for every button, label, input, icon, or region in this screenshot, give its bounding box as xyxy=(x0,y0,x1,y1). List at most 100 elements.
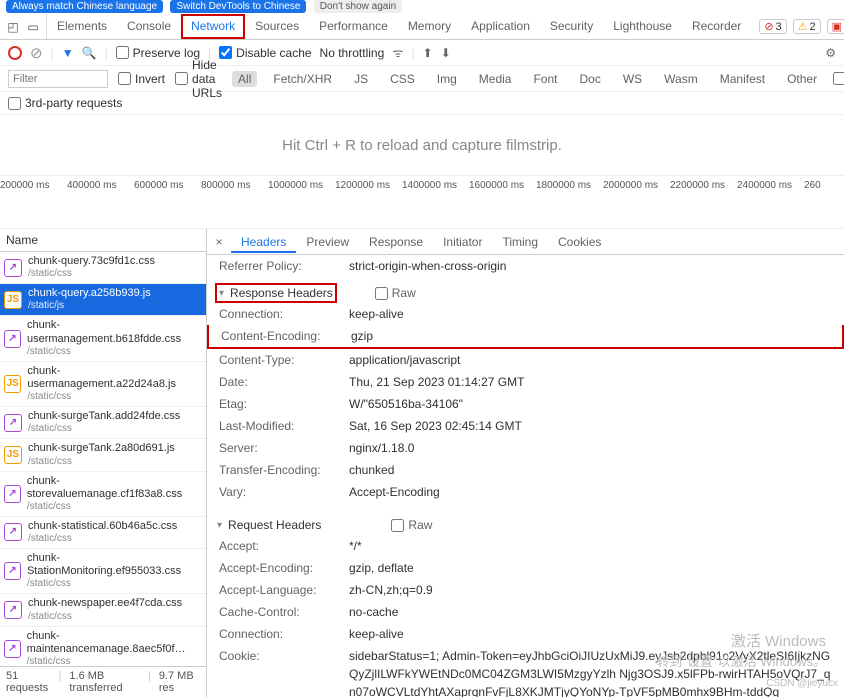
header-key: Transfer-Encoding: xyxy=(219,461,349,479)
infobar-pill[interactable]: Always match Chinese language xyxy=(6,0,163,13)
detail-tab-headers[interactable]: Headers xyxy=(231,231,296,253)
filter-type-doc[interactable]: Doc xyxy=(573,71,606,87)
file-path: /static/css xyxy=(27,656,202,666)
download-icon[interactable]: ⬇ xyxy=(441,46,451,60)
filter-type-img[interactable]: Img xyxy=(431,71,463,87)
filter-type-fetch[interactable]: Fetch/XHR xyxy=(267,71,338,87)
header-key: Etag: xyxy=(219,395,349,413)
tab-security[interactable]: Security xyxy=(540,14,603,39)
css-icon: ↗ xyxy=(4,562,21,580)
warning-badge[interactable]: 2 xyxy=(793,19,821,34)
name-column-header[interactable]: Name xyxy=(0,229,206,252)
tab-application[interactable]: Application xyxy=(461,14,540,39)
infobar-pill[interactable]: Don't show again xyxy=(314,0,402,13)
file-row[interactable]: JSchunk-query.a258b939.js/static/js xyxy=(0,284,206,316)
file-row[interactable]: ↗chunk-statistical.60b46a5c.css/static/c… xyxy=(0,517,206,549)
header-key: Cache-Control: xyxy=(219,603,349,621)
csdn-watermark: CSDN @jieyucx xyxy=(766,678,838,689)
file-row[interactable]: JSchunk-surgeTank.2a80d691.js/static/css xyxy=(0,439,206,471)
header-value: no-cache xyxy=(349,603,832,621)
filter-input[interactable] xyxy=(8,70,108,88)
upload-icon[interactable]: ⬆ xyxy=(423,46,433,60)
filter-type-all[interactable]: All xyxy=(232,71,257,87)
file-name: chunk-StationMonitoring.ef955033.css xyxy=(27,552,202,578)
third-party-checkbox[interactable]: 3rd-party requests xyxy=(8,96,836,110)
search-icon[interactable]: 🔍 xyxy=(82,46,97,60)
header-row: Accept:*/* xyxy=(207,535,844,557)
close-icon[interactable]: × xyxy=(207,235,231,249)
filter-type-other[interactable]: Other xyxy=(781,71,823,87)
record-icon[interactable] xyxy=(8,46,22,60)
file-row[interactable]: ↗chunk-storevaluemanage.cf1f83a8.css/sta… xyxy=(0,472,206,517)
file-row[interactable]: ↗ chunk-surgeTank.add24fde.css/static/css xyxy=(0,407,206,439)
filter-icon[interactable]: ▼ xyxy=(62,46,74,60)
detail-tab-preview[interactable]: Preview xyxy=(296,231,359,253)
response-headers-section[interactable]: Response Headers xyxy=(217,285,335,301)
filter-type-css[interactable]: CSS xyxy=(384,71,421,87)
header-row: Cache-Control:no-cache xyxy=(207,601,844,623)
tab-console[interactable]: Console xyxy=(117,14,181,39)
header-row: Connection:keep-alive xyxy=(207,623,844,645)
filter-type-media[interactable]: Media xyxy=(473,71,518,87)
filter-type-wasm[interactable]: Wasm xyxy=(658,71,704,87)
header-key: Accept: xyxy=(219,537,349,555)
file-name: chunk-surgeTank.add24fde.css xyxy=(28,410,180,423)
request-headers-section[interactable]: Request Headers xyxy=(207,515,331,535)
infobar: Always match Chinese language Switch Dev… xyxy=(0,0,844,14)
css-icon: ↗ xyxy=(4,414,22,432)
header-key: Content-Type: xyxy=(219,351,349,369)
header-value: Sat, 16 Sep 2023 02:45:14 GMT xyxy=(349,417,832,435)
issues-badge[interactable]: 63 xyxy=(827,19,844,34)
file-name: chunk-query.a258b939.js xyxy=(28,287,151,300)
tab-performance[interactable]: Performance xyxy=(309,14,398,39)
detail-tab-cookies[interactable]: Cookies xyxy=(548,231,611,253)
tab-lighthouse[interactable]: Lighthouse xyxy=(603,14,682,39)
header-value: nginx/1.18.0 xyxy=(349,439,832,457)
filter-type-ws[interactable]: WS xyxy=(617,71,648,87)
hide-data-urls-checkbox[interactable]: Hide data URLs xyxy=(175,58,222,100)
header-value: Accept-Encoding xyxy=(349,483,832,501)
wifi-icon[interactable]: ᯤ xyxy=(393,44,404,61)
blocked-cookies-checkbox[interactable]: Has blocked cookies xyxy=(833,58,844,100)
header-key: Connection: xyxy=(219,305,349,323)
file-path: /static/css xyxy=(28,423,180,435)
file-row[interactable]: ↗chunk-maintenancemanage.8aec5f0f…/stati… xyxy=(0,627,206,666)
header-value: W/"650516ba-34106" xyxy=(349,395,832,413)
throttle-select[interactable]: No throttling xyxy=(320,46,385,60)
css-icon: ↗ xyxy=(4,601,22,619)
network-toolbar: ⊘ | ▼ 🔍 | Preserve log | Disable cache N… xyxy=(0,40,844,66)
detail-tab-timing[interactable]: Timing xyxy=(492,231,548,253)
file-row[interactable]: ↗chunk-newspaper.ee4f7cda.css/static/css xyxy=(0,594,206,626)
file-row[interactable]: ↗chunk-query.73c9fd1c.css/static/css xyxy=(0,252,206,284)
infobar-pill[interactable]: Switch DevTools to Chinese xyxy=(170,0,306,13)
tab-memory[interactable]: Memory xyxy=(398,14,461,39)
raw-checkbox[interactable]: Raw xyxy=(375,286,416,300)
clear-icon[interactable]: ⊘ xyxy=(30,44,43,62)
tab-recorder[interactable]: Recorder xyxy=(682,14,751,39)
file-row[interactable]: ↗chunk-StationMonitoring.ef955033.css/st… xyxy=(0,549,206,594)
inspect-icon[interactable]: ◰ xyxy=(4,18,22,36)
raw-checkbox[interactable]: Raw xyxy=(391,518,432,532)
disable-cache-checkbox[interactable]: Disable cache xyxy=(219,46,311,60)
file-row[interactable]: JSchunk-usermanagement.a22d24a8.js/stati… xyxy=(0,362,206,407)
file-path: /static/js xyxy=(28,300,151,312)
header-row: Connection:keep-alive xyxy=(207,303,844,325)
device-icon[interactable]: ▭ xyxy=(24,18,42,36)
header-key: Server: xyxy=(219,439,349,457)
filter-type-js[interactable]: JS xyxy=(348,71,374,87)
filter-type-font[interactable]: Font xyxy=(527,71,563,87)
file-row[interactable]: ↗chunk-usermanagement.b618fdde.css/stati… xyxy=(0,316,206,361)
header-row: Last-Modified:Sat, 16 Sep 2023 02:45:14 … xyxy=(207,415,844,437)
filter-type-manifest[interactable]: Manifest xyxy=(714,71,771,87)
tab-elements[interactable]: Elements xyxy=(47,14,117,39)
detail-tab-response[interactable]: Response xyxy=(359,231,433,253)
tab-sources[interactable]: Sources xyxy=(245,14,309,39)
error-badge[interactable]: 3 xyxy=(759,19,786,34)
detail-tab-initiator[interactable]: Initiator xyxy=(433,231,492,253)
status-transferred: 1.6 MB transferred xyxy=(69,670,140,694)
file-name: chunk-statistical.60b46a5c.css xyxy=(28,520,177,533)
header-key: Referrer Policy: xyxy=(219,257,349,275)
timeline-overview[interactable]: 200000 ms400000 ms600000 ms800000 ms1000… xyxy=(0,175,844,229)
tab-network[interactable]: Network xyxy=(181,14,245,39)
invert-checkbox[interactable]: Invert xyxy=(118,72,165,86)
